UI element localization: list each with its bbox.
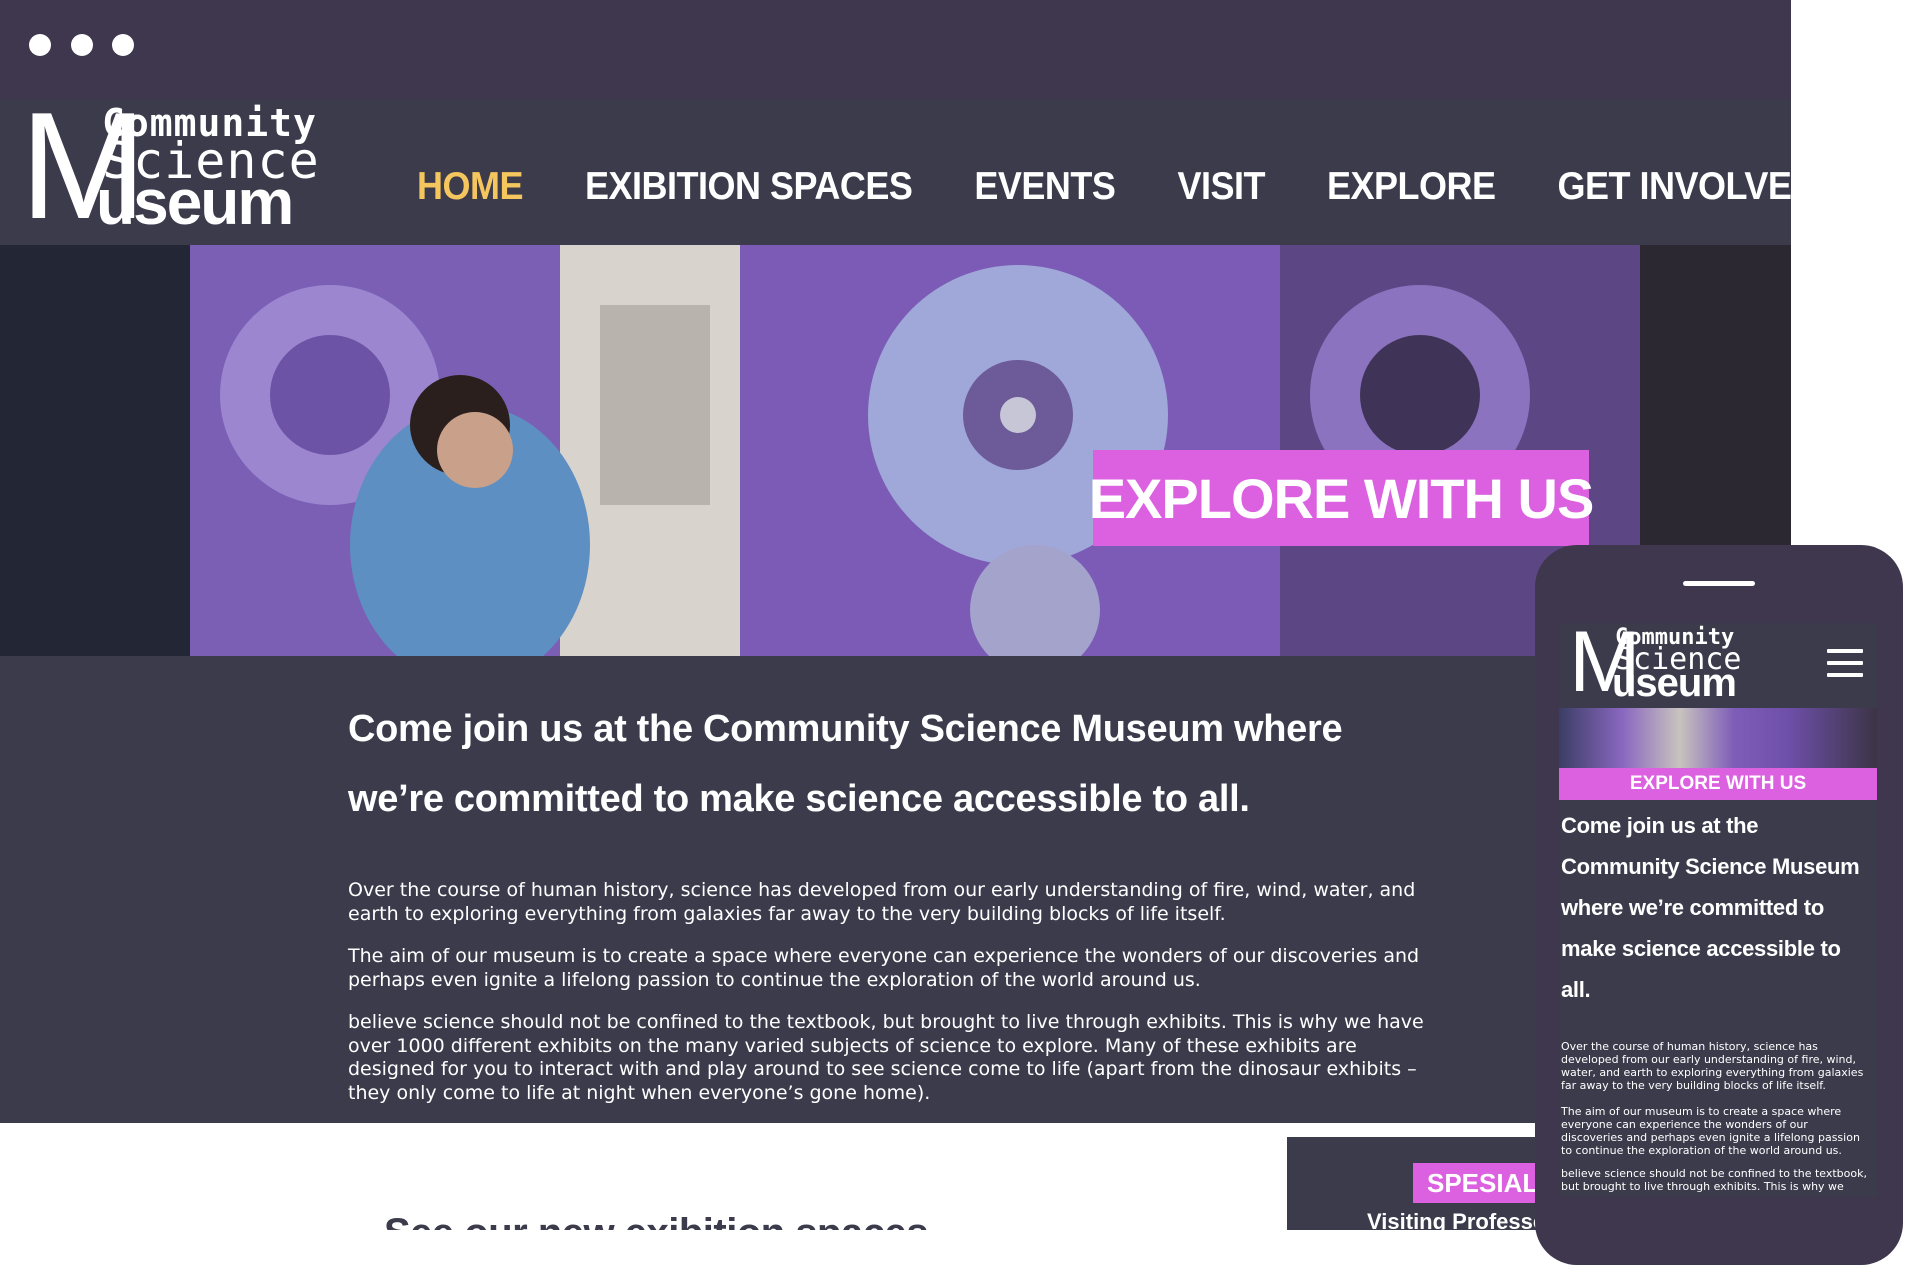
- phone-speaker: [1683, 581, 1755, 586]
- nav-item-exibition-spaces[interactable]: EXIBITION SPACES: [585, 162, 913, 210]
- browser-titlebar: [0, 0, 1791, 99]
- intro-paragraph: Over the course of human history, scienc…: [348, 879, 1416, 925]
- mobile-intro-heading: Come join us at the Community Science Mu…: [1561, 813, 1860, 1002]
- mobile-hero-banner: EXPLORE WITH US: [1559, 768, 1877, 800]
- desktop-mockup: M Community Science useum HOME EXIBITION…: [0, 0, 1791, 1230]
- nav-item-home[interactable]: HOME: [417, 162, 524, 210]
- hero-title: EXPLORE WITH US: [1088, 466, 1595, 530]
- mobile-header: M Community Science useum: [1559, 623, 1877, 708]
- mobile-intro-paragraph: The aim of our museum is to create a spa…: [1561, 1105, 1860, 1157]
- site-logo[interactable]: M Community Science useum: [20, 90, 330, 242]
- hero-banner: EXPLORE WITH US: [1088, 450, 1595, 546]
- nav-item-get-involved[interactable]: GET INVOLVED: [1558, 162, 1791, 210]
- main-nav: HOME EXIBITION SPACES EVENTS VISIT EXPLO…: [417, 162, 1791, 210]
- nav-item-events[interactable]: EVENTS: [974, 162, 1116, 210]
- window-dot-icon[interactable]: [29, 34, 51, 56]
- mobile-intro-paragraph: believe science should not be confined t…: [1561, 1167, 1867, 1193]
- mobile-screen: M Community Science useum EXPLORE WITH U…: [1559, 623, 1877, 1197]
- window-dot-icon[interactable]: [71, 34, 93, 56]
- mobile-site-logo[interactable]: M Community Science useum: [1569, 623, 1759, 705]
- intro-paragraph: The aim of our museum is to create a spa…: [348, 945, 1420, 991]
- window-dot-icon[interactable]: [112, 34, 134, 56]
- nav-item-explore[interactable]: EXPLORE: [1327, 162, 1496, 210]
- mobile-hero-image: [1559, 708, 1877, 768]
- mobile-intro-paragraph: Over the course of human history, scienc…: [1561, 1040, 1864, 1092]
- nav-item-visit[interactable]: VISIT: [1177, 162, 1265, 210]
- exhibition-heading: See our new exibition spaces: [384, 1211, 928, 1230]
- logo-line-museum: useum: [96, 166, 294, 238]
- mobile-hero-title: EXPLORE WITH US: [1629, 773, 1807, 794]
- hamburger-icon[interactable]: [1827, 647, 1863, 679]
- intro-paragraph: believe science should not be confined t…: [348, 1011, 1424, 1104]
- mobile-mockup: M Community Science useum EXPLORE WITH U…: [1535, 545, 1903, 1265]
- logo-line-museum: useum: [1612, 661, 1737, 705]
- intro-section: Come join us at the Community Science Mu…: [0, 656, 1791, 1123]
- intro-heading: Come join us at the Community Science Mu…: [348, 708, 1343, 820]
